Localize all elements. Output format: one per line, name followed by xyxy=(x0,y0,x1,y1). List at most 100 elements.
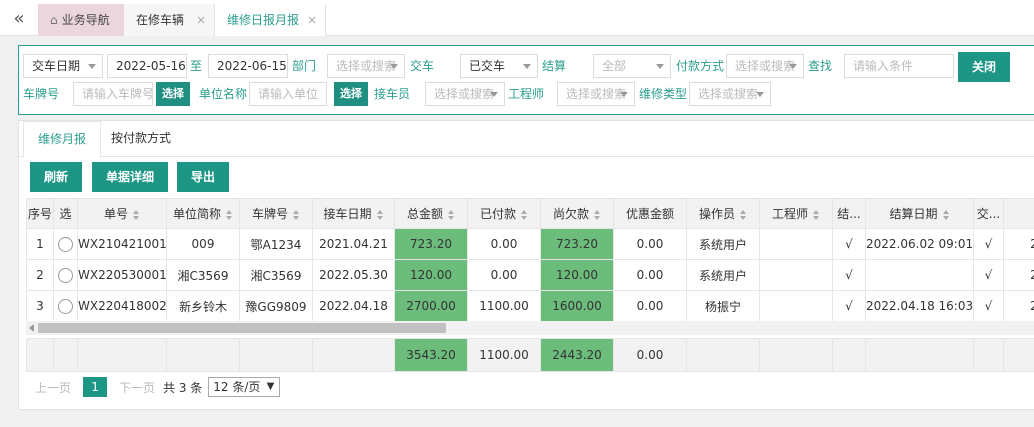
chevron-down-icon xyxy=(88,64,96,69)
cell-settled: √ xyxy=(832,259,866,291)
tab-repair-report[interactable]: 维修日报月报 × xyxy=(214,4,326,36)
cell-operator: 系统用户 xyxy=(686,259,760,291)
row-radio[interactable] xyxy=(58,298,73,314)
row-radio[interactable] xyxy=(58,267,73,283)
sort-icon[interactable] xyxy=(521,209,528,220)
page-1-button[interactable]: 1 xyxy=(83,377,108,397)
select-unit-button[interactable]: 选择 xyxy=(334,82,368,106)
scroll-left-icon[interactable] xyxy=(29,324,34,332)
cell-engineer xyxy=(759,259,833,291)
receiver-select[interactable]: 选择或搜索 xyxy=(425,82,505,106)
close-icon[interactable]: × xyxy=(307,4,317,36)
tab-label: 维修日报月报 xyxy=(227,13,300,27)
deliver-select[interactable]: 已交车 xyxy=(460,54,538,78)
export-button[interactable]: 导出 xyxy=(177,162,230,192)
col-header[interactable]: 总金额 xyxy=(394,198,468,229)
date-type-select[interactable]: 交车日期 xyxy=(23,54,103,78)
select-plate-button[interactable]: 选择 xyxy=(156,82,190,106)
dept-select[interactable]: 选择或搜索 xyxy=(327,54,405,78)
page-size-select[interactable]: 12 条/页 ▼ xyxy=(208,377,281,397)
collapse-menu-icon[interactable]: « xyxy=(0,0,38,36)
cell-discount: 0.00 xyxy=(613,290,687,322)
chevron-down-icon xyxy=(390,64,398,69)
tab-bar: « ⌂ 业务导航 在修车辆 × 维修日报月报 × xyxy=(0,0,1034,36)
col-header-label: 选 xyxy=(59,207,72,221)
cell-select xyxy=(53,259,78,291)
col-header[interactable]: 工程师 xyxy=(759,198,833,229)
sum-cell xyxy=(973,338,1004,372)
col-header[interactable]: 单号 xyxy=(77,198,167,229)
date-from-input[interactable]: 2022-05-16 xyxy=(107,54,187,78)
col-header[interactable]: 单位简称 xyxy=(166,198,240,229)
sort-icon[interactable] xyxy=(448,209,455,220)
engineer-select[interactable]: 选择或搜索 xyxy=(557,82,635,106)
cell-engineer xyxy=(759,290,833,322)
refresh-button[interactable]: 刷新 xyxy=(30,162,83,192)
plate-input[interactable]: 请输入车牌号 xyxy=(73,82,153,106)
plate-label: 车牌号 xyxy=(23,87,60,101)
col-header[interactable]: 车牌号 xyxy=(239,198,313,229)
col-header[interactable]: 结算日期 xyxy=(865,198,974,229)
col-header[interactable]: 已付款 xyxy=(467,198,541,229)
tab-monthly-report[interactable]: 维修月报 xyxy=(23,121,102,158)
col-header[interactable]: 交... xyxy=(973,198,1004,229)
select-value: 已交车 xyxy=(469,59,506,73)
search-input[interactable]: 请输入条件 xyxy=(844,54,954,78)
tab-by-payment-method[interactable]: 按付款方式 xyxy=(97,121,185,157)
totals-row: 3543.20 1100.00 2443.20 0.00 xyxy=(26,338,1034,372)
sort-icon[interactable] xyxy=(740,209,747,220)
sort-icon[interactable] xyxy=(293,209,300,220)
settle-select[interactable]: 全部 xyxy=(593,54,671,78)
cell-unit: 009 xyxy=(166,228,240,260)
sort-icon[interactable] xyxy=(813,209,820,220)
report-table: 序号 选 单号 单位简称 车牌号 接车日期 总金额 已付款 尚欠款 优惠金额 操… xyxy=(26,198,1034,322)
order-detail-button[interactable]: 单据详细 xyxy=(92,162,169,192)
to-label: 至 xyxy=(190,59,203,73)
row-radio[interactable] xyxy=(58,236,73,252)
col-header[interactable]: 尚欠款 xyxy=(540,198,614,229)
sort-icon[interactable] xyxy=(942,209,950,220)
pagination: 上一页 1 下一页 共 3 条 12 条/页 ▼ xyxy=(35,376,281,398)
col-header[interactable]: 操作员 xyxy=(686,198,760,229)
cell-engineer xyxy=(759,228,833,260)
cell-paid: 0.00 xyxy=(467,259,541,291)
table-row[interactable]: 1 WX210421001 009 鄂A1234 2021.04.21 723.… xyxy=(26,228,1034,260)
sort-icon[interactable] xyxy=(226,209,233,220)
sort-icon[interactable] xyxy=(133,209,140,220)
horizontal-scrollbar[interactable] xyxy=(26,321,1034,335)
settle-label: 结算 xyxy=(542,59,567,73)
close-button[interactable]: 关闭 xyxy=(958,52,1010,82)
pay-method-label: 付款方式 xyxy=(676,59,725,73)
sort-icon[interactable] xyxy=(376,209,384,220)
cell-no: 3 xyxy=(26,290,54,322)
cell-owed: 1600.00 xyxy=(540,290,614,322)
filter-panel: 交车日期 2022-05-16 至 2022-06-15 部门 选择或搜索 交车… xyxy=(18,45,1034,115)
date-to-input[interactable]: 2022-06-15 xyxy=(208,54,288,78)
sort-icon[interactable] xyxy=(594,209,601,220)
cell-owed: 120.00 xyxy=(540,259,614,291)
cell-order: WX210421001 xyxy=(77,228,167,260)
col-header: 选 xyxy=(53,198,78,229)
select-placeholder: 选择或搜索 xyxy=(698,87,759,101)
col-header-label: 尚欠款 xyxy=(552,207,589,221)
receiver-label: 接车员 xyxy=(374,87,411,101)
table-row[interactable]: 2 WX220530001 湘C3569 湘C3569 2022.05.30 1… xyxy=(26,259,1034,291)
scrollbar-thumb[interactable] xyxy=(38,323,446,333)
cell-delivered: √ xyxy=(973,290,1004,322)
col-header[interactable]: 接车日期 xyxy=(312,198,395,229)
col-header-label: 接车日期 xyxy=(323,207,372,221)
close-icon[interactable]: × xyxy=(196,4,206,36)
pay-method-select[interactable]: 选择或搜索 xyxy=(726,54,804,78)
tab-business-nav[interactable]: ⌂ 业务导航 xyxy=(38,4,124,36)
sum-cell xyxy=(865,338,974,372)
unit-input[interactable]: 请输入单位 xyxy=(249,82,327,106)
table-row[interactable]: 3 WX220418002 新乡铃木 豫GG9809 2022.04.18 27… xyxy=(26,290,1034,322)
next-page-link[interactable]: 下一页 xyxy=(119,379,155,396)
sum-total: 3543.20 xyxy=(394,338,468,372)
repair-type-select[interactable]: 选择或搜索 xyxy=(689,82,771,106)
engineer-label: 工程师 xyxy=(508,87,545,101)
prev-page-link[interactable]: 上一页 xyxy=(35,379,71,396)
tab-vehicles-in-repair[interactable]: 在修车辆 × xyxy=(124,4,214,36)
col-header[interactable]: 结... xyxy=(832,198,866,229)
sum-cell xyxy=(239,338,313,372)
